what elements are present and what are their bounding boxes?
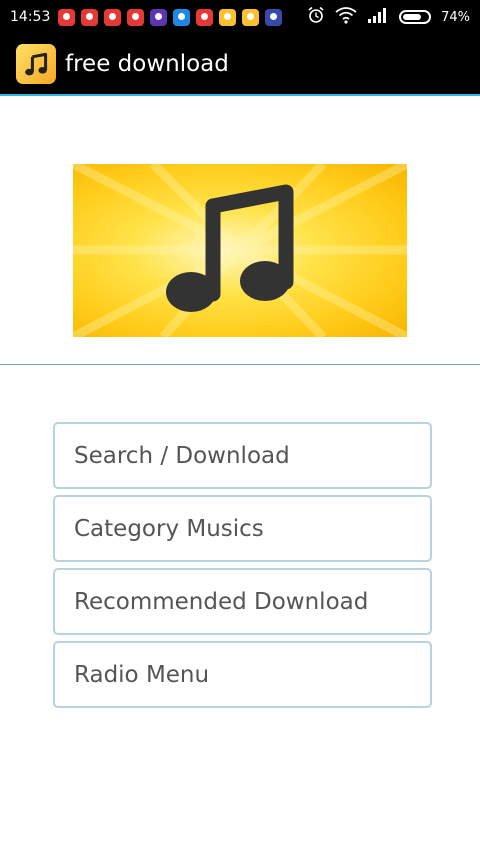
notification-icon <box>219 8 237 26</box>
notification-icon <box>127 8 145 26</box>
notification-icon <box>81 8 99 26</box>
status-time: 14:53 <box>10 9 51 25</box>
notification-icon <box>265 8 283 26</box>
notification-icon <box>104 8 122 26</box>
radio-menu-button[interactable]: Radio Menu <box>53 641 432 708</box>
wifi-icon <box>335 6 357 28</box>
main-menu: Search / Download Category Musics Recomm… <box>53 422 432 714</box>
banner-image <box>73 164 407 337</box>
notification-icon <box>150 8 168 26</box>
search-download-button[interactable]: Search / Download <box>53 422 432 489</box>
notification-icons <box>58 8 283 26</box>
alarm-icon <box>307 6 325 28</box>
status-bar: 14:53 74% <box>0 0 480 34</box>
app-title: free download <box>65 51 229 77</box>
signal-icon <box>367 7 389 27</box>
notification-icon <box>173 8 191 26</box>
battery-percent: 74% <box>441 9 470 25</box>
divider <box>0 364 480 365</box>
recommended-download-button[interactable]: Recommended Download <box>53 568 432 635</box>
status-indicators: 74% <box>307 6 470 28</box>
notification-icon <box>196 8 214 26</box>
battery-icon <box>399 10 432 24</box>
notification-icon <box>58 8 76 26</box>
category-musics-button[interactable]: Category Musics <box>53 495 432 562</box>
music-note-icon[interactable] <box>16 44 56 84</box>
app-bar: free download <box>0 34 480 96</box>
notification-icon <box>242 8 260 26</box>
